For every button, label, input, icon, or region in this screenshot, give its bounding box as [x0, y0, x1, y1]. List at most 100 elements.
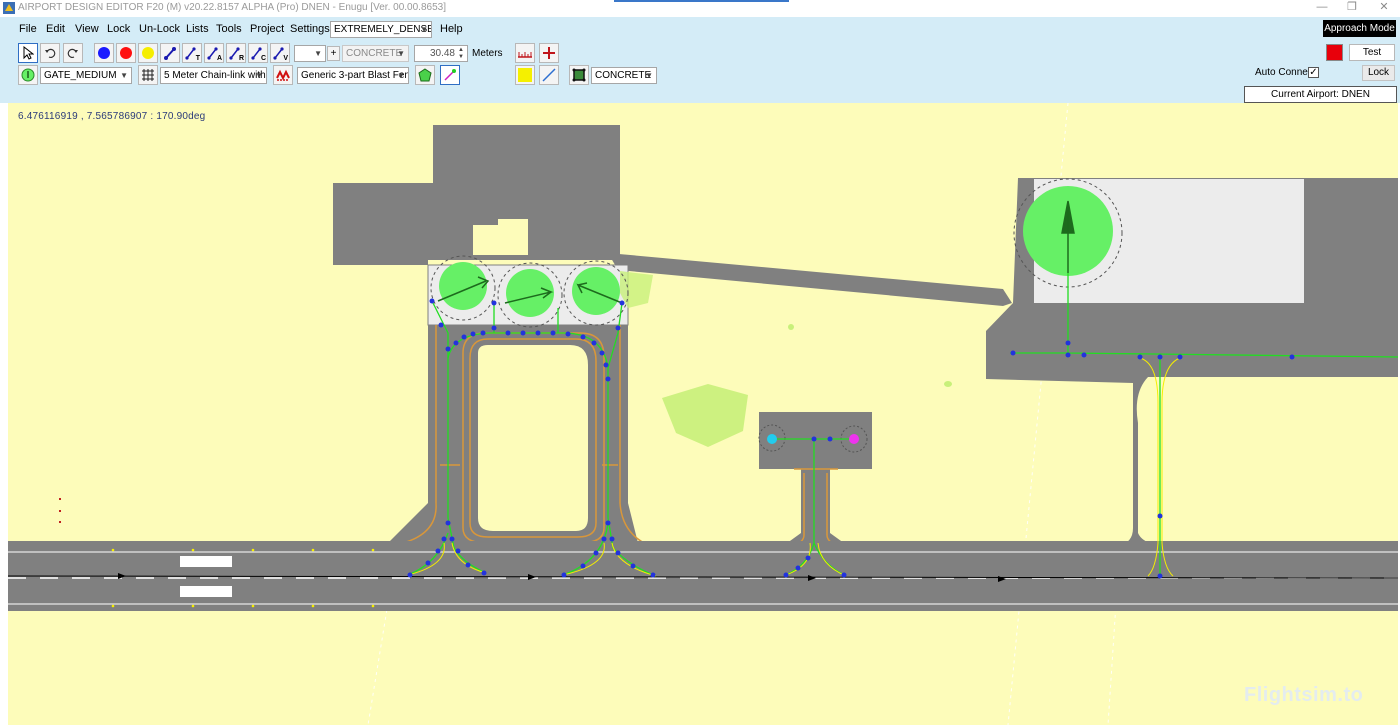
surface-select[interactable]: CONCRETE ▼: [342, 45, 409, 62]
gate-1[interactable]: [439, 262, 487, 310]
watermark: Flightsim.to: [1244, 684, 1364, 706]
app-icon: [3, 2, 15, 14]
chevron-down-icon: ▼: [255, 71, 263, 80]
chevron-down-icon: ▼: [120, 71, 128, 80]
grass-dot-2: [944, 381, 952, 387]
threshold-marking: [180, 556, 232, 567]
yellow-node-button[interactable]: [138, 43, 158, 63]
title-bar: AIRPORT DESIGN EDITOR F20 (M) v20.22.815…: [0, 0, 1400, 17]
link-v-letter: V: [283, 55, 288, 62]
apron-surface-select[interactable]: CONCRETE ▼: [591, 67, 657, 84]
auto-connect-checkbox[interactable]: ✓: [1308, 67, 1319, 78]
yellow-square-icon: [518, 68, 532, 82]
building-notch-2: [498, 219, 528, 229]
magenta-node[interactable]: [849, 434, 859, 444]
restore-icon[interactable]: ❐: [1338, 1, 1366, 15]
gate-tool-button[interactable]: [18, 65, 38, 85]
map-canvas[interactable]: 6.476116919 , 7.565786907 : 170.90deg Fl…: [8, 103, 1398, 725]
menu-lists[interactable]: Lists: [186, 20, 209, 38]
service-road: [608, 253, 1012, 306]
red-node-button[interactable]: [116, 43, 136, 63]
menu-project[interactable]: Project: [250, 20, 284, 38]
infield-hole: [478, 345, 588, 531]
menu-help[interactable]: Help: [440, 20, 463, 38]
density-select[interactable]: EXTREMELY_DENSE ▼: [330, 21, 432, 38]
gate-3[interactable]: [572, 267, 620, 315]
threshold-marking-2: [180, 586, 232, 597]
auto-connect-label: Auto Connect: [1255, 67, 1316, 78]
link-t-letter: T: [195, 55, 200, 62]
menu-unlock[interactable]: Un-Lock: [139, 20, 180, 38]
grass-area: [662, 384, 748, 447]
width-stepper[interactable]: 30.48 ▲ ▼: [414, 45, 468, 62]
taxi-name-select[interactable]: ▼: [294, 45, 326, 62]
link-tool-v-button[interactable]: V: [270, 43, 290, 63]
stepper-icon: ▲ ▼: [458, 47, 464, 60]
close-icon[interactable]: ✕: [1370, 1, 1398, 15]
undo-button[interactable]: [40, 43, 60, 63]
redo-button[interactable]: [63, 43, 83, 63]
add-taxi-name-button[interactable]: +: [327, 46, 340, 61]
menu-edit[interactable]: Edit: [46, 20, 65, 38]
polygon-tool-button[interactable]: [415, 65, 435, 85]
approach-mode-button[interactable]: Approach Mode: [1323, 20, 1396, 37]
grass-dot: [788, 324, 794, 330]
airport-layout[interactable]: [8, 103, 1398, 725]
menu-lock[interactable]: Lock: [107, 20, 130, 38]
chevron-down-icon: ▼: [645, 71, 653, 80]
link-tool-c-button[interactable]: C: [248, 43, 268, 63]
blue-dot-icon: [98, 47, 110, 59]
apron-square-icon: [572, 68, 586, 82]
fence-tool-button[interactable]: [138, 65, 158, 85]
current-airport-label: Current Airport: DNEN: [1244, 86, 1397, 103]
link-tool-button[interactable]: [160, 43, 180, 63]
color-swatch[interactable]: [1326, 44, 1343, 61]
test-button[interactable]: Test: [1349, 44, 1395, 61]
building-notch: [473, 225, 528, 255]
coordinates-readout: 6.476116919 , 7.565786907 : 170.90deg: [18, 111, 206, 122]
cyan-node[interactable]: [767, 434, 777, 444]
link-tool-a-button[interactable]: A: [204, 43, 224, 63]
blast-fence-type-select[interactable]: Generic 3-part Blast Fence ▼: [297, 67, 409, 84]
blue-node-button[interactable]: [94, 43, 114, 63]
lock-button[interactable]: Lock: [1362, 65, 1395, 81]
select-pointer-button[interactable]: [18, 43, 38, 63]
width-value: 30.48: [429, 48, 455, 59]
blast-fence-tool-button[interactable]: [273, 65, 293, 85]
draw-line-tool-button[interactable]: [440, 65, 460, 85]
apron-surface-select-value: CONCRETE: [595, 70, 652, 81]
link-c-letter: C: [260, 55, 266, 62]
menu-tools[interactable]: Tools: [216, 20, 242, 38]
link-a-letter: A: [216, 55, 222, 62]
title-highlight: [614, 0, 789, 2]
gate-icon: [21, 68, 35, 82]
edge-line-tool-button[interactable]: [539, 65, 559, 85]
chevron-down-icon: ▼: [397, 71, 405, 80]
link-tool-t-button[interactable]: T: [182, 43, 202, 63]
add-marker-button[interactable]: [539, 43, 559, 63]
minimize-icon[interactable]: —: [1308, 1, 1336, 15]
chevron-down-icon: ▼: [314, 49, 322, 58]
link-r-letter: R: [238, 55, 244, 62]
menu-file[interactable]: File: [19, 20, 37, 38]
measure-ruler-button[interactable]: [515, 43, 535, 63]
undo-icon: [45, 48, 56, 58]
menu-view[interactable]: View: [75, 20, 99, 38]
apron-tool-button[interactable]: [569, 65, 589, 85]
chevron-down-icon: ▼: [397, 49, 405, 58]
density-select-value: EXTREMELY_DENSE: [334, 24, 432, 35]
window-title: AIRPORT DESIGN EDITOR F20 (M) v20.22.815…: [18, 2, 446, 13]
magic-line-icon: [444, 69, 456, 81]
gate-size-select[interactable]: GATE_MEDIUM ▼: [40, 67, 132, 84]
gate-size-select-value: GATE_MEDIUM: [44, 70, 117, 81]
link-tool-r-button[interactable]: R: [226, 43, 246, 63]
menu-settings[interactable]: Settings: [290, 20, 330, 38]
fence-type-select[interactable]: 5 Meter Chain-link with be▼: [160, 67, 267, 84]
fence-type-select-value: 5 Meter Chain-link with be: [164, 70, 266, 81]
taxiway-stem-middle: [783, 469, 848, 546]
yellow-fill-button[interactable]: [515, 65, 535, 85]
red-dot-icon: [120, 47, 132, 59]
blast-fence-icon: [276, 69, 290, 81]
blast-fence-type-select-value: Generic 3-part Blast Fence: [301, 70, 409, 81]
pointer-icon: [23, 46, 34, 60]
